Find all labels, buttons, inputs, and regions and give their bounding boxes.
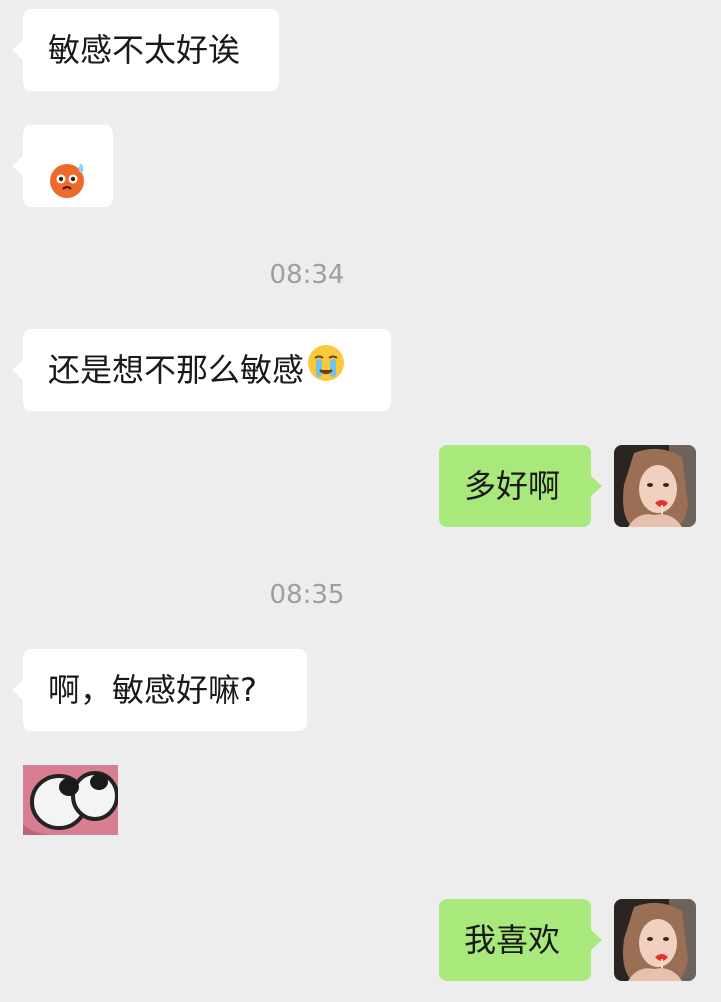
incoming-message-bubble[interactable]: 敏感不太好诶: [12, 9, 279, 91]
incoming-message-bubble[interactable]: 啊，敏感好嘛?: [12, 649, 307, 731]
message-text: 敏感不太好诶: [48, 31, 241, 69]
outgoing-message-bubble[interactable]: 多好啊: [439, 445, 602, 527]
incoming-message-bubble[interactable]: 还是想不那么敏感: [12, 329, 391, 413]
avatar[interactable]: [614, 899, 696, 981]
avatar[interactable]: [614, 445, 696, 527]
message-text: 还是想不那么敏感: [48, 351, 305, 389]
message-timestamp: 08:34: [269, 260, 345, 290]
message-timestamp: 08:35: [269, 580, 345, 610]
incoming-emoji-bubble[interactable]: [12, 125, 113, 207]
crying-face-icon: [306, 331, 346, 413]
message-text: 啊，敏感好嘛?: [48, 671, 257, 709]
message-text: 我喜欢: [464, 921, 561, 959]
rolling-eyes-sticker[interactable]: [23, 765, 119, 835]
message-text: 多好啊: [464, 467, 561, 505]
outgoing-message-bubble[interactable]: 我喜欢: [439, 899, 602, 981]
anxious-sweat-face-icon: [48, 147, 88, 198]
